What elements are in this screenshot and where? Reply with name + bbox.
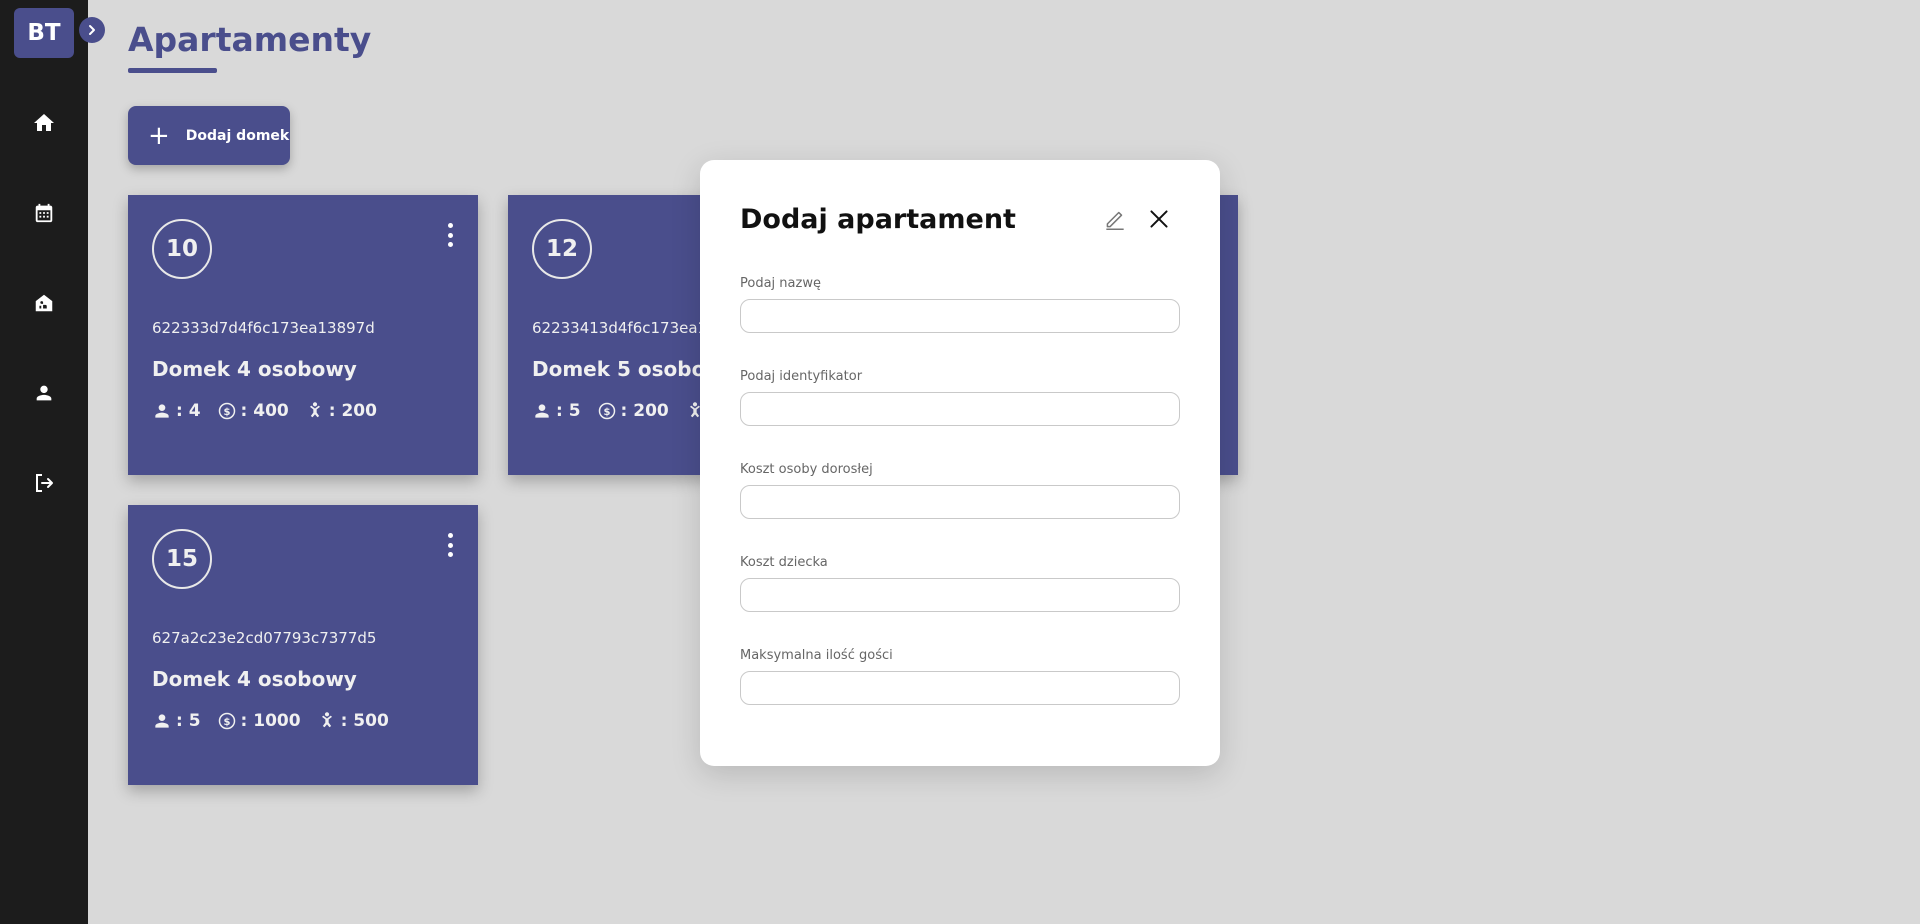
close-icon — [1150, 210, 1168, 228]
dollar-coin-icon: $ — [598, 402, 615, 420]
dialog-title: Dodaj apartament — [740, 204, 1016, 235]
apartment-number: 12 — [532, 219, 592, 279]
apartment-card[interactable]: 10 622333d7d4f6c173ea13897d Domek 4 osob… — [128, 195, 478, 475]
child-cost-label: Koszt dziecka — [740, 555, 828, 570]
identifier-label: Podaj identyfikator — [740, 369, 863, 384]
apartment-name: Domek 5 osobow — [532, 357, 724, 381]
sidebar-item-user[interactable] — [29, 378, 59, 408]
child-cost-input[interactable] — [740, 578, 1180, 612]
name-label: Podaj nazwę — [740, 276, 821, 291]
dollar-coin-icon: $ — [218, 712, 235, 730]
dollar-coin-icon: $ — [218, 402, 235, 420]
add-apartment-dialog: Dodaj apartament Podaj nazwę Podaj ident… — [700, 160, 1220, 766]
apartment-id: 62233413d4f6c173ea138 — [532, 319, 727, 337]
sidebar-item-home[interactable] — [29, 108, 59, 138]
sidebar-expand-button[interactable] — [79, 17, 105, 43]
identifier-input[interactable] — [740, 392, 1180, 426]
page-title: Apartamenty — [128, 20, 372, 59]
add-cottage-button[interactable]: + Dodaj domek — [128, 106, 290, 165]
child-price-stat: : 200 — [305, 401, 377, 421]
plus-icon: + — [148, 120, 170, 151]
chevron-right-icon — [89, 25, 95, 35]
price-value: : 1000 — [240, 711, 301, 731]
apartment-name: Domek 4 osobowy — [152, 357, 357, 381]
guests-stat: : 5 — [532, 401, 581, 421]
apartment-id: 622333d7d4f6c173ea13897d — [152, 319, 375, 337]
adult-cost-label: Koszt osoby dorosłej — [740, 462, 873, 477]
sidebar-item-apartments[interactable] — [29, 288, 59, 318]
more-options-icon[interactable] — [444, 533, 456, 557]
name-input[interactable] — [740, 299, 1180, 333]
edit-button[interactable] — [1102, 206, 1128, 232]
guests-value: : 5 — [176, 711, 201, 731]
apartment-name: Domek 4 osobowy — [152, 667, 357, 691]
guests-stat: : 5 — [152, 711, 201, 731]
apartment-id: 627a2c23e2cd07793c7377d5 — [152, 629, 377, 647]
apartment-card[interactable]: 15 627a2c23e2cd07793c7377d5 Domek 4 osob… — [128, 505, 478, 785]
child-price-value: : 200 — [328, 401, 377, 421]
adult-cost-input[interactable] — [740, 485, 1180, 519]
sidebar: BT — [0, 0, 105, 924]
svg-text:$: $ — [223, 717, 230, 728]
child-price-stat: : 500 — [317, 711, 389, 731]
title-underline — [128, 68, 217, 73]
max-guests-label: Maksymalna ilość gości — [740, 648, 893, 663]
add-cottage-label: Dodaj domek — [185, 127, 290, 144]
logout-icon — [36, 474, 53, 492]
svg-text:$: $ — [223, 407, 230, 418]
calendar-icon — [35, 203, 53, 223]
guests-value: : 5 — [556, 401, 581, 421]
sidebar-item-calendar[interactable] — [29, 198, 59, 228]
person-icon — [155, 404, 169, 418]
price-stat: $ : 1000 — [217, 711, 301, 731]
price-value: : 400 — [240, 401, 289, 421]
close-button[interactable] — [1146, 206, 1172, 232]
svg-text:$: $ — [603, 407, 610, 418]
pencil-icon — [1106, 211, 1124, 231]
price-stat: $ : 200 — [597, 401, 669, 421]
child-price-value: : 500 — [340, 711, 389, 731]
apartment-number: 15 — [152, 529, 212, 589]
sidebar-item-logout[interactable] — [29, 468, 59, 498]
guests-stat: : 4 — [152, 401, 201, 421]
more-options-icon[interactable] — [444, 223, 456, 247]
person-icon — [535, 404, 549, 418]
price-value: : 200 — [620, 401, 669, 421]
child-icon — [321, 712, 332, 728]
person-icon — [155, 714, 169, 728]
home-icon — [34, 114, 54, 131]
user-icon — [36, 385, 52, 401]
app-logo[interactable]: BT — [14, 8, 74, 58]
apartment-stats: : 5 $ : 1000 : 500 — [152, 711, 389, 731]
house-icon — [35, 294, 53, 312]
child-icon — [309, 402, 320, 418]
price-stat: $ : 400 — [217, 401, 289, 421]
guests-value: : 4 — [176, 401, 201, 421]
apartment-number: 10 — [152, 219, 212, 279]
max-guests-input[interactable] — [740, 671, 1180, 705]
apartment-stats: : 4 $ : 400 : 200 — [152, 401, 377, 421]
